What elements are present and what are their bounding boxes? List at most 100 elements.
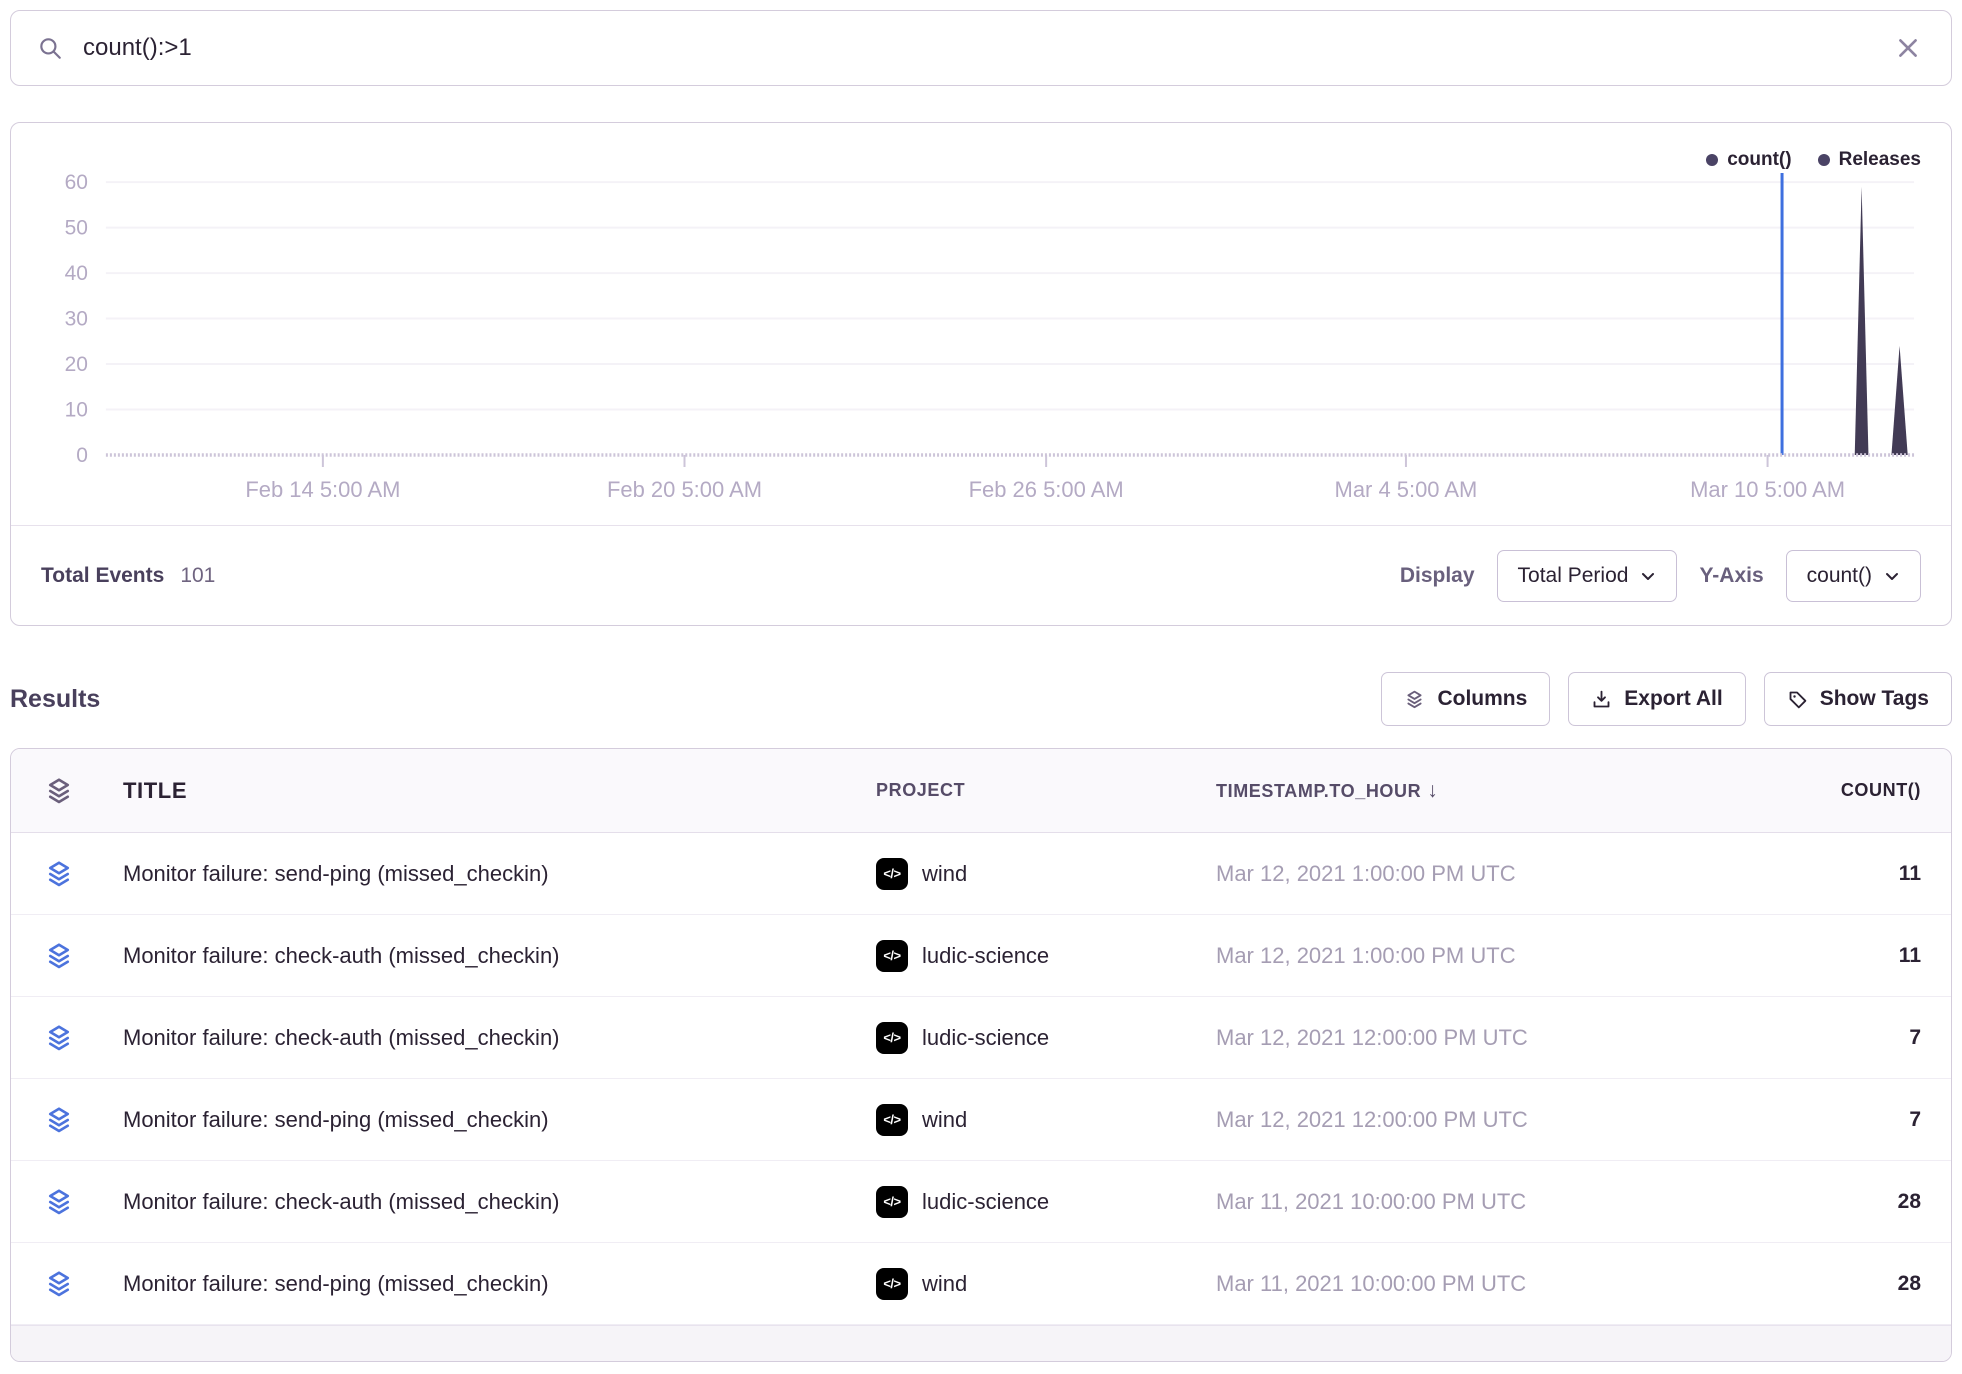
layers-icon bbox=[44, 941, 74, 971]
header-title[interactable]: TITLE bbox=[101, 778, 856, 804]
code-platform-icon: </> bbox=[876, 1186, 908, 1218]
table-footer bbox=[11, 1325, 1951, 1361]
table-row[interactable]: Monitor failure: check-auth (missed_chec… bbox=[11, 1161, 1951, 1243]
svg-text:Feb 20 5:00 AM: Feb 20 5:00 AM bbox=[607, 477, 762, 502]
project-cell[interactable]: </> wind bbox=[856, 858, 1216, 890]
chart-footer: Total Events 101 Display Total Period Y-… bbox=[11, 525, 1951, 625]
event-title: Monitor failure: check-auth (missed_chec… bbox=[123, 1025, 560, 1050]
results-heading: Results bbox=[10, 685, 100, 714]
timestamp-value: Mar 12, 2021 1:00:00 PM UTC bbox=[1216, 861, 1516, 886]
header-count[interactable]: COUNT() bbox=[1781, 780, 1951, 801]
show-tags-button[interactable]: Show Tags bbox=[1764, 672, 1952, 726]
project-name: wind bbox=[922, 1271, 967, 1297]
yaxis-label: Y-Axis bbox=[1699, 564, 1763, 588]
timestamp-cell: Mar 12, 2021 12:00:00 PM UTC bbox=[1216, 1025, 1781, 1051]
event-title-link[interactable]: Monitor failure: check-auth (missed_chec… bbox=[101, 1025, 856, 1051]
legend-dot-releases-icon bbox=[1818, 154, 1830, 166]
project-name: ludic-science bbox=[922, 943, 1049, 969]
columns-button[interactable]: Columns bbox=[1381, 672, 1550, 726]
svg-text:Mar 4 5:00 AM: Mar 4 5:00 AM bbox=[1335, 477, 1478, 502]
columns-button-label: Columns bbox=[1437, 687, 1527, 711]
header-project-label: PROJECT bbox=[876, 780, 965, 801]
table-row[interactable]: Monitor failure: send-ping (missed_check… bbox=[11, 1079, 1951, 1161]
table-row[interactable]: Monitor failure: send-ping (missed_check… bbox=[11, 833, 1951, 915]
display-dropdown[interactable]: Total Period bbox=[1497, 550, 1678, 602]
tag-icon bbox=[1787, 689, 1808, 710]
code-platform-icon: </> bbox=[876, 1104, 908, 1136]
timestamp-cell: Mar 11, 2021 10:00:00 PM UTC bbox=[1216, 1189, 1781, 1215]
count-cell: 11 bbox=[1781, 944, 1951, 968]
project-cell[interactable]: </> ludic-science bbox=[856, 1022, 1216, 1054]
event-title: Monitor failure: send-ping (missed_check… bbox=[123, 1271, 549, 1296]
project-cell[interactable]: </> wind bbox=[856, 1268, 1216, 1300]
project-name: wind bbox=[922, 1107, 967, 1133]
search-input[interactable] bbox=[81, 33, 1891, 63]
total-events-label: Total Events bbox=[41, 564, 164, 588]
header-count-label: COUNT() bbox=[1841, 780, 1921, 800]
project-cell[interactable]: </> ludic-science bbox=[856, 940, 1216, 972]
total-events-value: 101 bbox=[180, 564, 215, 588]
results-header-row: Results Columns Export All Show Tags bbox=[10, 672, 1952, 726]
count-cell: 7 bbox=[1781, 1108, 1951, 1132]
results-table: TITLE PROJECT TIMESTAMP.TO_HOUR↓ COUNT()… bbox=[10, 748, 1952, 1362]
export-all-button-label: Export All bbox=[1624, 687, 1722, 711]
yaxis-dropdown[interactable]: count() bbox=[1786, 550, 1921, 602]
layers-icon bbox=[1404, 689, 1425, 710]
table-row[interactable]: Monitor failure: send-ping (missed_check… bbox=[11, 1243, 1951, 1325]
header-title-label: TITLE bbox=[123, 778, 187, 803]
event-title-link[interactable]: Monitor failure: send-ping (missed_check… bbox=[101, 861, 856, 887]
svg-text:40: 40 bbox=[65, 262, 88, 285]
chart-legend: count() Releases bbox=[1706, 149, 1921, 171]
project-name: ludic-science bbox=[922, 1189, 1049, 1215]
timestamp-cell: Mar 11, 2021 10:00:00 PM UTC bbox=[1216, 1271, 1781, 1297]
legend-item-releases[interactable]: Releases bbox=[1818, 149, 1921, 171]
project-name: ludic-science bbox=[922, 1025, 1049, 1051]
display-label: Display bbox=[1400, 564, 1475, 588]
svg-text:50: 50 bbox=[65, 217, 88, 240]
count-value: 28 bbox=[1898, 1190, 1921, 1213]
svg-text:30: 30 bbox=[65, 308, 88, 331]
count-cell: 28 bbox=[1781, 1190, 1951, 1214]
event-title-link[interactable]: Monitor failure: send-ping (missed_check… bbox=[101, 1107, 856, 1133]
timestamp-value: Mar 12, 2021 12:00:00 PM UTC bbox=[1216, 1107, 1528, 1132]
close-icon bbox=[1895, 35, 1921, 61]
project-cell[interactable]: </> ludic-science bbox=[856, 1186, 1216, 1218]
code-platform-icon: </> bbox=[876, 1022, 908, 1054]
header-timestamp[interactable]: TIMESTAMP.TO_HOUR↓ bbox=[1216, 779, 1781, 803]
table-body: Monitor failure: send-ping (missed_check… bbox=[11, 833, 1951, 1325]
table-row[interactable]: Monitor failure: check-auth (missed_chec… bbox=[11, 915, 1951, 997]
event-title: Monitor failure: check-auth (missed_chec… bbox=[123, 1189, 560, 1214]
download-icon bbox=[1591, 689, 1612, 710]
sort-descending-icon: ↓ bbox=[1427, 779, 1438, 802]
code-platform-icon: </> bbox=[876, 858, 908, 890]
header-stack-cell[interactable] bbox=[11, 776, 101, 806]
event-title: Monitor failure: check-auth (missed_chec… bbox=[123, 943, 560, 968]
svg-text:10: 10 bbox=[65, 399, 88, 422]
chevron-down-icon bbox=[1884, 568, 1900, 584]
project-name: wind bbox=[922, 861, 967, 887]
timestamp-value: Mar 12, 2021 12:00:00 PM UTC bbox=[1216, 1025, 1528, 1050]
events-chart-card: count() Releases 0102030405060Feb 14 5:0… bbox=[10, 122, 1952, 626]
event-title-link[interactable]: Monitor failure: check-auth (missed_chec… bbox=[101, 1189, 856, 1215]
event-title-link[interactable]: Monitor failure: check-auth (missed_chec… bbox=[101, 943, 856, 969]
table-row[interactable]: Monitor failure: check-auth (missed_chec… bbox=[11, 997, 1951, 1079]
timestamp-cell: Mar 12, 2021 1:00:00 PM UTC bbox=[1216, 861, 1781, 887]
legend-item-count[interactable]: count() bbox=[1706, 149, 1791, 171]
legend-label-count: count() bbox=[1727, 149, 1791, 171]
events-chart[interactable]: 0102030405060Feb 14 5:00 AMFeb 20 5:00 A… bbox=[11, 125, 1951, 525]
header-project[interactable]: PROJECT bbox=[856, 780, 1216, 801]
project-cell[interactable]: </> wind bbox=[856, 1104, 1216, 1136]
event-title-link[interactable]: Monitor failure: send-ping (missed_check… bbox=[101, 1271, 856, 1297]
row-icon-cell bbox=[11, 859, 101, 889]
event-title: Monitor failure: send-ping (missed_check… bbox=[123, 1107, 549, 1132]
layers-icon bbox=[44, 1269, 74, 1299]
chevron-down-icon bbox=[1640, 568, 1656, 584]
layers-icon bbox=[44, 1105, 74, 1135]
layers-icon bbox=[44, 1187, 74, 1217]
export-all-button[interactable]: Export All bbox=[1568, 672, 1745, 726]
clear-search-button[interactable] bbox=[1891, 31, 1925, 65]
count-value: 7 bbox=[1909, 1108, 1921, 1131]
code-platform-icon: </> bbox=[876, 1268, 908, 1300]
code-platform-icon: </> bbox=[876, 940, 908, 972]
legend-dot-count-icon bbox=[1706, 154, 1718, 166]
